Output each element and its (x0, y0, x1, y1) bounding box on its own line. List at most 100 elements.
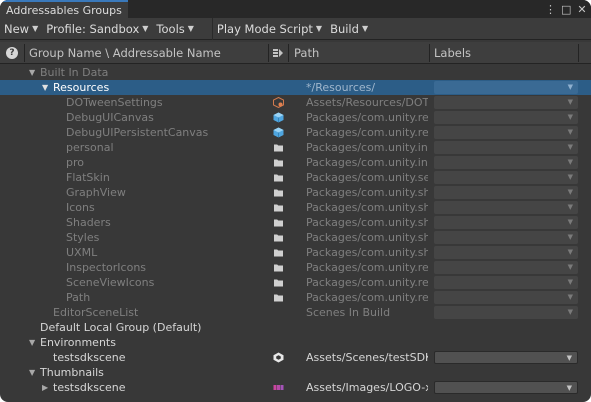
chevron-down-icon: ▼ (566, 354, 572, 362)
build-dropdown[interactable]: Build ▼ (326, 18, 372, 40)
tree-row[interactable]: Styles Packages/com.unity.sh ▼ (0, 230, 591, 245)
maximize-icon[interactable]: □ (561, 3, 571, 16)
column-header: ? Group Name \ Addressable Name Path Lab… (0, 42, 591, 64)
tree-row[interactable]: DebugUIPersistentCanvas Packages/com.unit… (0, 125, 591, 140)
toolbar: New ▼ Profile: Sandbox ▼ Tools ▼ Play Mo… (0, 17, 591, 40)
tree-row[interactable]: Icons Packages/com.unity.sh ▼ (0, 200, 591, 215)
addressables-groups-window: Addressables Groups ⋮ □ ✕ New ▼ Profile:… (0, 0, 591, 402)
row-path: Packages/com.unity.sh (306, 216, 428, 229)
labels-dropdown[interactable]: ▼ (434, 351, 578, 364)
window-controls: ⋮ □ ✕ (545, 0, 587, 18)
row-name: Environments (40, 336, 116, 349)
folder-icon (273, 232, 284, 243)
chevron-down-icon: ▼ (567, 98, 573, 106)
tree-row[interactable]: Path Packages/com.unity.re ▼ (0, 290, 591, 305)
close-icon[interactable]: ✕ (577, 3, 587, 16)
folder-icon (273, 292, 284, 303)
folder-icon (273, 172, 284, 183)
window-tab[interactable]: Addressables Groups (0, 0, 128, 18)
tree-row[interactable]: testsdkscene Assets/Scenes/testSDK ▼ (0, 350, 591, 365)
labels-dropdown[interactable]: ▼ (434, 156, 578, 169)
folder-icon (273, 142, 284, 153)
tree-row[interactable]: InspectorIcons Packages/com.unity.re ▼ (0, 260, 591, 275)
tree-row[interactable]: ▼ Thumbnails (0, 365, 591, 380)
collapsed-arrow-icon[interactable]: ▶ (42, 380, 48, 395)
chevron-down-icon: ▼ (567, 248, 573, 256)
tree-row[interactable]: EditorSceneList Scenes In Build ▼ (0, 305, 591, 320)
labels-dropdown[interactable]: ▼ (434, 111, 578, 124)
labels-dropdown[interactable]: ▼ (434, 291, 578, 304)
row-name: InspectorIcons (66, 261, 147, 274)
labels-dropdown[interactable]: ▼ (434, 246, 578, 259)
tree-row[interactable]: UXML Packages/com.unity.sh ▼ (0, 245, 591, 260)
group-name-column-header[interactable]: Group Name \ Addressable Name (29, 42, 221, 64)
row-path: Packages/com.unity.sh (306, 186, 428, 199)
labels-dropdown[interactable]: ▼ (434, 381, 578, 394)
row-path: Packages/com.unity.sh (306, 201, 428, 214)
tree-row[interactable]: ▼ Environments (0, 335, 591, 350)
tree-row[interactable]: pro Packages/com.unity.in ▼ (0, 155, 591, 170)
tree-row[interactable]: Default Local Group (Default) (0, 320, 591, 335)
chevron-down-icon: ▼ (567, 173, 573, 181)
tree-row[interactable]: DOTweenSettings Assets/Resources/DOT ▼ (0, 95, 591, 110)
row-name: Icons (66, 201, 95, 214)
path-column-header[interactable]: Path (294, 42, 319, 64)
chevron-down-icon: ▼ (567, 203, 573, 211)
chevron-down-icon: ▼ (315, 23, 323, 33)
chevron-down-icon: ▼ (566, 384, 572, 392)
row-name: Resources (53, 81, 110, 94)
labels-dropdown[interactable]: ▼ (434, 126, 578, 139)
tree-row[interactable]: DebugUICanvas Packages/com.unity.re ▼ (0, 110, 591, 125)
help-icon[interactable]: ? (6, 47, 18, 59)
new-dropdown[interactable]: New ▼ (0, 18, 42, 40)
labels-dropdown[interactable]: ▼ (434, 306, 578, 319)
labels-dropdown[interactable]: ▼ (434, 81, 578, 94)
column-divider[interactable] (288, 44, 289, 62)
profile-dropdown[interactable]: Profile: Sandbox ▼ (42, 18, 152, 40)
tree-row[interactable]: FlatSkin Packages/com.unity.se ▼ (0, 170, 591, 185)
tree-row[interactable]: personal Packages/com.unity.in ▼ (0, 140, 591, 155)
column-divider[interactable] (578, 44, 579, 62)
tree-row[interactable]: GraphView Packages/com.unity.sh ▼ (0, 185, 591, 200)
labels-dropdown[interactable]: ▼ (434, 216, 578, 229)
labels-column-header[interactable]: Labels (434, 42, 471, 64)
labels-dropdown[interactable]: ▼ (434, 171, 578, 184)
tree-row[interactable]: ▼ Built In Data (0, 65, 591, 80)
chevron-down-icon: ▼ (32, 23, 39, 33)
chevron-down-icon: ▼ (567, 308, 573, 316)
folder-icon (273, 217, 284, 228)
labels-dropdown[interactable]: ▼ (434, 96, 578, 109)
profile-label: Profile: Sandbox (46, 21, 140, 36)
tree-row[interactable]: ▶ testsdkscene Assets/Images/LOGO-x ▼ (0, 380, 591, 395)
tree-row[interactable]: SceneViewIcons Packages/com.unity.re ▼ (0, 275, 591, 290)
expand-arrow-icon[interactable]: ▼ (29, 365, 35, 380)
labels-dropdown[interactable]: ▼ (434, 186, 578, 199)
type-column-icon[interactable] (273, 48, 283, 58)
folder-icon (273, 247, 284, 258)
chevron-down-icon: ▼ (567, 143, 573, 151)
tree-row[interactable]: ▼ Resources */Resources/ ▼ (0, 80, 591, 95)
tree-row[interactable]: Shaders Packages/com.unity.sh ▼ (0, 215, 591, 230)
row-path: Packages/com.unity.in (306, 156, 428, 169)
column-divider[interactable] (429, 44, 430, 62)
play-mode-script-dropdown[interactable]: Play Mode Script ▼ (213, 18, 326, 40)
row-name: Thumbnails (40, 366, 104, 379)
labels-dropdown[interactable]: ▼ (434, 201, 578, 214)
labels-dropdown[interactable]: ▼ (434, 231, 578, 244)
folder-icon (273, 277, 284, 288)
expand-arrow-icon[interactable]: ▼ (42, 80, 48, 95)
column-divider[interactable] (24, 44, 25, 62)
folder-icon (273, 187, 284, 198)
expand-arrow-icon[interactable]: ▼ (29, 65, 35, 80)
column-divider[interactable] (268, 44, 269, 62)
labels-dropdown[interactable]: ▼ (434, 141, 578, 154)
expand-arrow-icon[interactable]: ▼ (29, 335, 35, 350)
labels-dropdown[interactable]: ▼ (434, 261, 578, 274)
more-menu-icon[interactable]: ⋮ (545, 3, 556, 16)
row-path: Assets/Scenes/testSDK (306, 351, 428, 364)
row-name: testsdkscene (53, 351, 126, 364)
labels-dropdown[interactable]: ▼ (434, 276, 578, 289)
tools-dropdown[interactable]: Tools ▼ (152, 18, 198, 40)
chevron-down-icon: ▼ (567, 278, 573, 286)
prefab-icon (273, 127, 284, 138)
